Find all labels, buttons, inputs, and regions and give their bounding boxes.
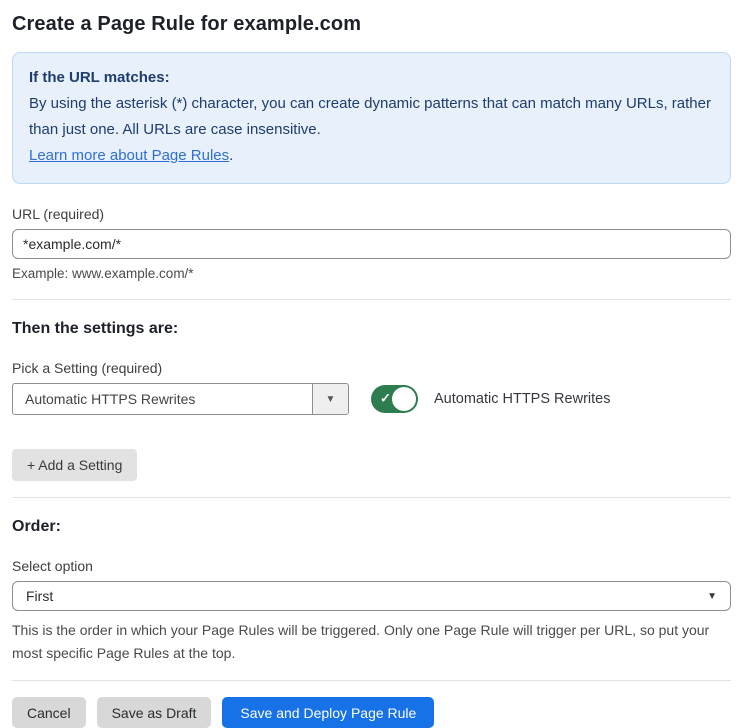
save-deploy-button[interactable]: Save and Deploy Page Rule: [222, 697, 435, 728]
footer-actions: Cancel Save as Draft Save and Deploy Pag…: [12, 697, 731, 728]
info-box-body: By using the asterisk (*) character, you…: [29, 95, 711, 138]
url-helper-text: Example: www.example.com/*: [12, 266, 194, 281]
order-helper-text: This is the order in which your Page Rul…: [12, 622, 710, 661]
setting-select-value: Automatic HTTPS Rewrites: [25, 391, 196, 407]
setting-toggle[interactable]: ✓: [371, 385, 418, 413]
learn-more-link[interactable]: Learn more about Page Rules: [29, 147, 229, 164]
url-input[interactable]: [12, 229, 731, 259]
chevron-down-icon: ▼: [707, 590, 717, 602]
setting-select[interactable]: Automatic HTTPS Rewrites ▼: [12, 383, 349, 415]
settings-section-heading: Then the settings are:: [12, 320, 179, 337]
chevron-down-icon[interactable]: ▼: [312, 384, 348, 414]
check-icon: ✓: [380, 390, 391, 406]
link-suffix: .: [229, 147, 234, 164]
save-draft-button[interactable]: Save as Draft: [96, 697, 212, 728]
url-match-info-box: If the URL matches: By using the asteris…: [12, 52, 731, 184]
info-box-link-line: Learn more about Page Rules.: [29, 143, 714, 169]
divider: [12, 299, 731, 300]
info-box-heading: If the URL matches:: [29, 69, 170, 86]
page-title: Create a Page Rule for example.com: [12, 13, 362, 35]
toggle-label: Automatic HTTPS Rewrites: [434, 391, 611, 407]
toggle-knob: [392, 387, 416, 411]
page-rule-form: Create a Page Rule for example.com If th…: [0, 0, 743, 728]
add-setting-button[interactable]: + Add a Setting: [12, 449, 138, 481]
order-select-label: Select option: [12, 558, 93, 574]
order-select-value: First: [26, 588, 54, 604]
order-section-heading: Order:: [12, 518, 61, 535]
pick-setting-label: Pick a Setting (required): [12, 360, 163, 376]
cancel-button[interactable]: Cancel: [12, 697, 86, 728]
setting-row: Automatic HTTPS Rewrites ▼ ✓ Automatic H…: [12, 383, 731, 415]
order-select[interactable]: First ▼: [12, 581, 731, 611]
url-field-label: URL (required): [12, 206, 105, 222]
divider: [12, 680, 731, 681]
divider: [12, 497, 731, 498]
